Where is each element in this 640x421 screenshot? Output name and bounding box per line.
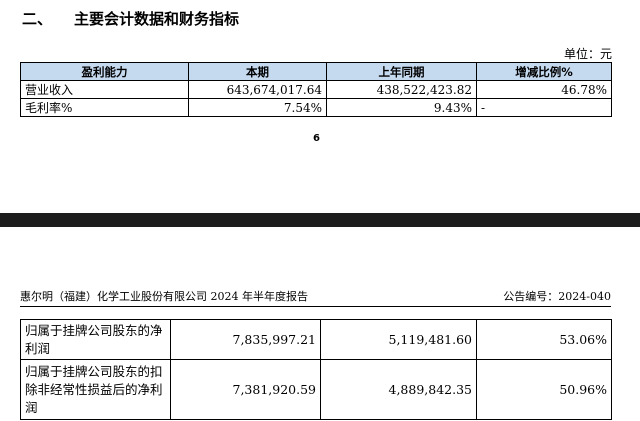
cell-change: 53.06% bbox=[476, 319, 612, 360]
table-row: 营业收入 643,674,017.64 438,522,423.82 46.78… bbox=[20, 80, 612, 99]
cell-change: 50.96% bbox=[476, 359, 612, 420]
header-prior-period: 上年同期 bbox=[326, 62, 477, 81]
table-header-row: 盈利能力 本期 上年同期 增减比例% bbox=[20, 62, 612, 81]
cell-change: - bbox=[476, 98, 612, 117]
document-header: 惠尔明（福建）化学工业股份有限公司 2024 年半年度报告 公告编号：2024-… bbox=[20, 288, 611, 304]
cell-current: 7,381,920.59 bbox=[170, 359, 321, 420]
section-title: 主要会计数据和财务指标 bbox=[74, 10, 240, 28]
cell-prior: 5,119,481.60 bbox=[320, 319, 477, 360]
header-change-percent: 增减比例% bbox=[476, 62, 612, 81]
page-divider bbox=[0, 213, 640, 227]
cell-change: 46.78% bbox=[476, 80, 612, 99]
header-current-period: 本期 bbox=[188, 62, 327, 81]
cell-current: 7.54% bbox=[188, 98, 327, 117]
page-number: 6 bbox=[313, 133, 320, 144]
row-label: 归属于挂牌公司股东的净利润 bbox=[20, 319, 171, 360]
table-row: 归属于挂牌公司股东的净利润 7,835,997.21 5,119,481.60 … bbox=[20, 319, 612, 360]
section-heading: 二、 主要会计数据和财务指标 bbox=[22, 8, 239, 29]
profitability-table: 盈利能力 本期 上年同期 增减比例% 营业收入 643,674,017.64 4… bbox=[20, 62, 612, 117]
row-label: 营业收入 bbox=[20, 80, 189, 99]
net-profit-table: 归属于挂牌公司股东的净利润 7,835,997.21 5,119,481.60 … bbox=[20, 319, 612, 420]
row-label: 毛利率% bbox=[20, 98, 189, 117]
table-row: 归属于挂牌公司股东的扣除非经常性损益后的净利润 7,381,920.59 4,8… bbox=[20, 359, 612, 420]
header-profitability: 盈利能力 bbox=[20, 62, 189, 81]
header-rule bbox=[20, 306, 611, 307]
cell-current: 7,835,997.21 bbox=[170, 319, 321, 360]
cell-prior: 9.43% bbox=[326, 98, 477, 117]
announcement-number: 公告编号：2024-040 bbox=[503, 290, 611, 303]
unit-label: 单位：元 bbox=[563, 47, 612, 61]
cell-prior: 438,522,423.82 bbox=[326, 80, 477, 99]
cell-prior: 4,889,842.35 bbox=[320, 359, 477, 420]
cell-current: 643,674,017.64 bbox=[188, 80, 327, 99]
company-report-title: 惠尔明（福建）化学工业股份有限公司 2024 年半年度报告 bbox=[20, 290, 308, 303]
section-number: 二、 bbox=[22, 10, 53, 28]
row-label: 归属于挂牌公司股东的扣除非经常性损益后的净利润 bbox=[20, 359, 171, 420]
table-row: 毛利率% 7.54% 9.43% - bbox=[20, 98, 612, 117]
